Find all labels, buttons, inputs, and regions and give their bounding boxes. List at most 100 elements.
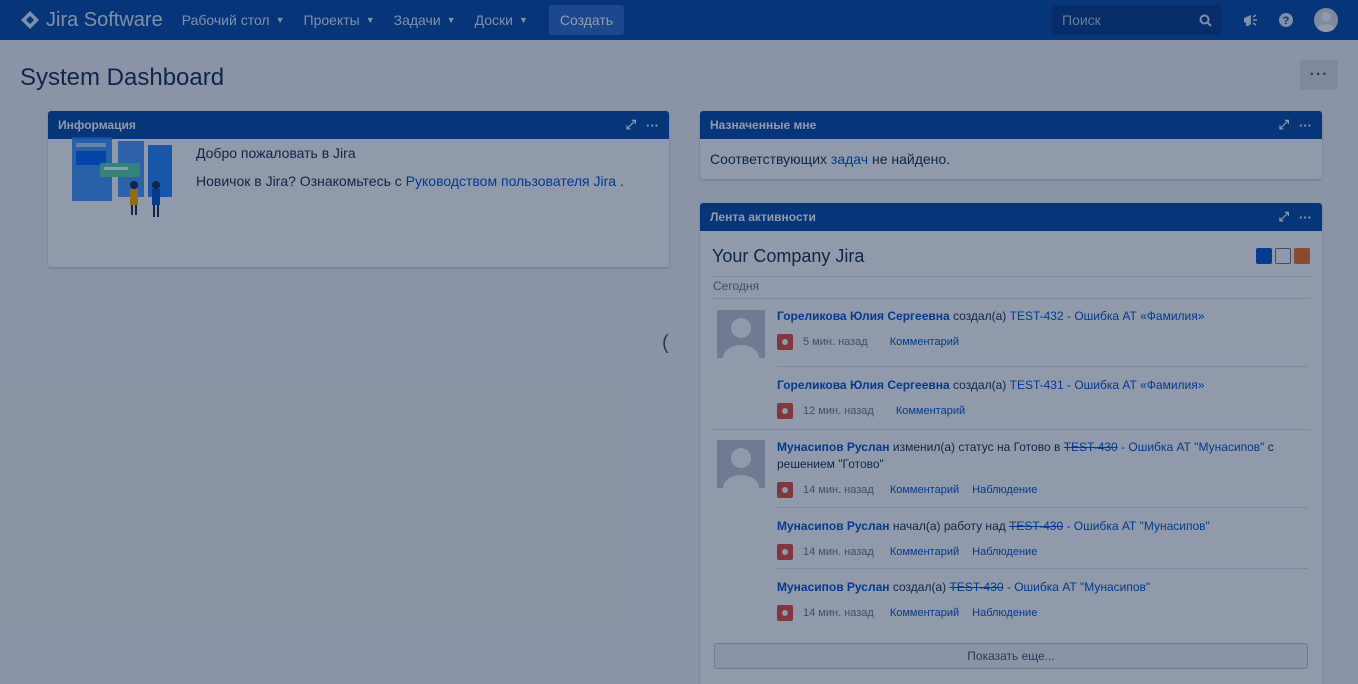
user-link[interactable]: Мунасипов Руслан [777, 519, 890, 533]
bug-icon [777, 544, 793, 560]
chevron-down-icon: ▼ [446, 15, 456, 25]
user-link[interactable]: Мунасипов Руслан [777, 440, 890, 454]
nav-dashboards-label: Рабочий стол [181, 12, 270, 28]
assigned-suffix: не найдено. [871, 151, 951, 167]
issue-link[interactable]: - Ошибка АТ "Мунасипов" [1066, 519, 1209, 533]
assigned-prefix: Соответствующих [710, 151, 828, 167]
day-label: Сегодня [713, 279, 759, 293]
issue-link[interactable]: TEST-432 - Ошибка АТ «Фамилия» [1010, 309, 1205, 323]
watch-link[interactable]: Наблюдение [972, 607, 1037, 619]
svg-text:?: ? [1283, 15, 1290, 27]
logo-text: Jira Software [46, 8, 163, 31]
activity-entry: Мунасипов Руслан создал(а) TEST-430 - Ош… [777, 579, 1307, 596]
activity-entry: Гореликова Юлия Сергеевна создал(а) TEST… [777, 308, 1307, 325]
timestamp: 14 мин. назад [803, 607, 874, 619]
activity-entry: Мунасипов Руслан изменил(а) статус на Го… [777, 439, 1307, 473]
assigned-message: Соответствующих задач не найдено. [700, 139, 1322, 179]
timestamp: 12 мин. назад [803, 405, 874, 417]
nav-issues[interactable]: Задачи ▼ [394, 12, 456, 28]
gadget-title: Назначенные мне [710, 118, 817, 132]
show-more-button[interactable]: Показать еще... [714, 643, 1308, 669]
comment-link[interactable]: Комментарий [896, 405, 965, 417]
info-gadget: Информация ⤢ ··· Добро пожаловать в Jira… [48, 111, 669, 267]
divider [777, 568, 1308, 569]
nav-projects[interactable]: Проекты ▼ [304, 12, 375, 28]
avatar[interactable] [717, 440, 765, 488]
newbie-suffix: . [619, 173, 624, 189]
entry-meta: 14 мин. назад Комментарий Наблюдение [777, 544, 1037, 560]
divider [712, 298, 1310, 299]
nav-dashboards[interactable]: Рабочий стол ▼ [182, 12, 285, 28]
list-view-icon[interactable] [1275, 248, 1291, 264]
nav-projects-label: Проекты [303, 12, 360, 28]
bug-icon [777, 605, 793, 621]
welcome-text: Добро пожаловать в Jira [196, 145, 356, 161]
issues-link[interactable]: задач [831, 151, 868, 167]
entry-meta: 12 мин. назад Комментарий [777, 403, 965, 419]
divider [777, 507, 1308, 508]
more-icon[interactable]: ··· [1299, 210, 1312, 225]
issue-key-link[interactable]: TEST-430 [949, 580, 1003, 594]
dashboard-more-button[interactable]: ··· [1300, 60, 1338, 90]
user-guide-link[interactable]: Руководством пользователя Jira [406, 173, 616, 189]
avatar[interactable] [717, 310, 765, 358]
comment-link[interactable]: Комментарий [890, 607, 959, 619]
bug-icon [777, 334, 793, 350]
comment-link[interactable]: Комментарий [890, 484, 959, 496]
gadget-header: Назначенные мне ⤢ ··· [700, 111, 1322, 139]
assigned-gadget: Назначенные мне ⤢ ··· Соответствующих за… [700, 111, 1322, 179]
issue-link[interactable]: TEST-431 - Ошибка АТ «Фамилия» [1010, 378, 1205, 392]
stream-title: Your Company Jira [712, 246, 865, 266]
megaphone-icon[interactable] [1240, 10, 1260, 30]
gadget-title: Информация [58, 118, 136, 132]
newbie-prefix: Новичок в Jira? Ознакомьтесь с [196, 173, 402, 189]
user-link[interactable]: Гореликова Юлия Сергеевна [777, 309, 950, 323]
issue-key-link[interactable]: TEST-430 [1064, 440, 1118, 454]
more-icon[interactable]: ··· [646, 118, 659, 133]
comment-link[interactable]: Комментарий [890, 336, 959, 348]
action-text: создал(а) [892, 580, 947, 594]
divider [777, 366, 1308, 367]
search-input[interactable]: Поиск [1052, 5, 1222, 35]
entry-meta: 14 мин. назад Комментарий Наблюдение [777, 605, 1037, 621]
expand-icon[interactable]: ⤢ [626, 117, 636, 133]
full-view-icon[interactable] [1256, 248, 1272, 264]
issue-link[interactable]: - Ошибка АТ "Мунасипов" [1007, 580, 1150, 594]
user-link[interactable]: Гореликова Юлия Сергеевна [777, 378, 950, 392]
action-text: начал(а) работу над [892, 519, 1006, 533]
info-text: Добро пожаловать в Jira Новичок в Jira? … [196, 139, 624, 195]
page-title: System Dashboard [20, 64, 225, 91]
expand-icon[interactable]: ⤢ [1279, 117, 1289, 133]
jira-diamond-icon [21, 11, 39, 29]
top-navigation: Jira Software Рабочий стол ▼ Проекты ▼ З… [0, 0, 1358, 40]
search-placeholder: Поиск [1062, 12, 1101, 28]
bug-icon [777, 482, 793, 498]
issue-key-link[interactable]: TEST-430 [1009, 519, 1063, 533]
divider [712, 276, 1310, 277]
watch-link[interactable]: Наблюдение [972, 546, 1037, 558]
rss-icon[interactable] [1294, 248, 1310, 264]
user-avatar[interactable] [1314, 8, 1338, 32]
action-text: создал(а) [953, 378, 1007, 392]
action-text: изменил(а) статус на Готово в [892, 440, 1061, 454]
chevron-down-icon: ▼ [365, 15, 375, 25]
bug-icon [777, 403, 793, 419]
expand-icon[interactable]: ⤢ [1279, 209, 1289, 225]
timestamp: 14 мин. назад [803, 546, 874, 558]
newbie-line: Новичок в Jira? Ознакомьтесь с Руководст… [196, 167, 624, 195]
nav-issues-label: Задачи [393, 12, 441, 28]
more-icon[interactable]: ··· [1299, 118, 1312, 133]
help-icon[interactable]: ? [1276, 10, 1296, 30]
jira-logo[interactable]: Jira Software [20, 9, 163, 32]
watch-link[interactable]: Наблюдение [972, 484, 1037, 496]
entry-meta: 14 мин. назад Комментарий Наблюдение [777, 482, 1037, 498]
action-text: создал(а) [953, 309, 1007, 323]
issue-link[interactable]: - Ошибка АТ "Мунасипов" [1121, 440, 1264, 454]
nav-boards[interactable]: Доски ▼ [475, 12, 528, 28]
nav-boards-label: Доски [474, 12, 513, 28]
divider [712, 429, 1310, 430]
user-link[interactable]: Мунасипов Руслан [777, 580, 890, 594]
gadget-header: Лента активности ⤢ ··· [700, 203, 1322, 231]
create-button[interactable]: Создать [548, 5, 625, 35]
comment-link[interactable]: Комментарий [890, 546, 959, 558]
